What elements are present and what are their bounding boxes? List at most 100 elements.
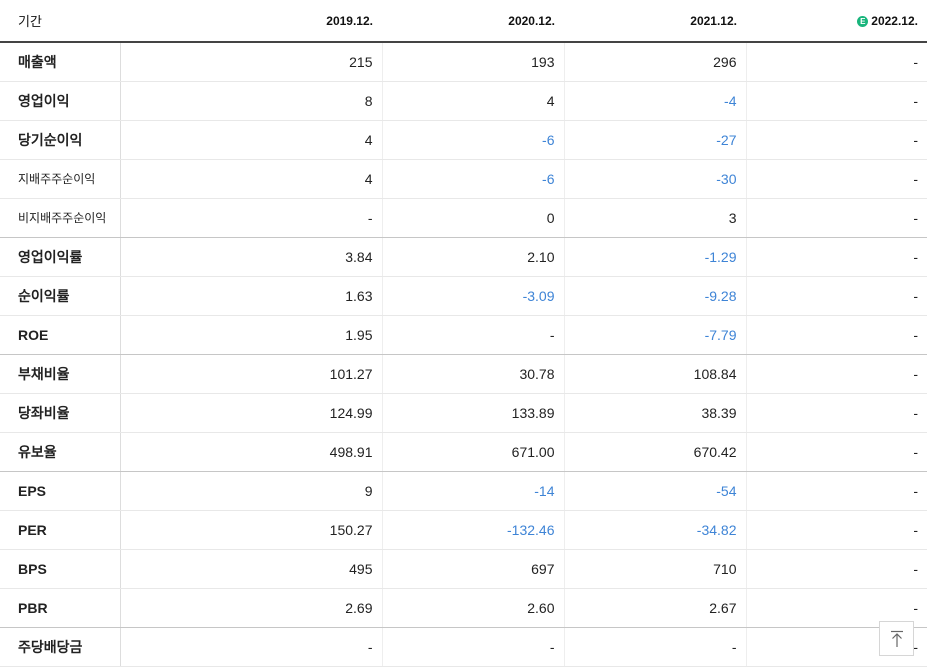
value-cell: 4: [120, 120, 383, 160]
value-cell: 0: [382, 198, 565, 238]
period-header-2022: E 2022.12.: [746, 0, 927, 43]
value-cell: -: [746, 81, 927, 121]
value-cell: 1.63: [120, 276, 383, 316]
value-cell: -: [382, 315, 565, 355]
arrow-up-to-top-icon: [890, 630, 903, 647]
value-cell: -30: [564, 159, 747, 199]
table-row: 당기순이익 4 -6 -27-: [0, 120, 927, 160]
row-label: 비지배주주순이익: [0, 198, 121, 238]
value-cell: -: [746, 393, 927, 433]
row-label: 당좌비율: [0, 393, 121, 433]
value-cell: -6: [382, 159, 565, 199]
row-label: PBR: [0, 588, 121, 628]
value-cell: 4: [120, 159, 383, 199]
value-cell: -4: [564, 81, 747, 121]
value-cell: 133.89: [382, 393, 565, 433]
row-label: EPS: [0, 471, 121, 511]
value-cell: 150.27: [120, 510, 383, 550]
row-label: 지배주주순이익: [0, 159, 121, 199]
table-body: 매출액 215 193 296- 영업이익 8 4 -4- 당기순이익 4 -6 -27- 지배주주순이…: [0, 42, 927, 667]
table-row: 순이익률 1.63 -3.09 -9.28-: [0, 276, 927, 316]
value-cell: 9: [120, 471, 383, 511]
period-header-label: 기간: [0, 0, 120, 43]
value-cell: -: [120, 627, 383, 667]
row-label: BPS: [0, 549, 121, 589]
value-cell: -: [746, 315, 927, 355]
value-cell: -: [746, 276, 927, 316]
value-cell: -: [746, 354, 927, 394]
value-cell: 1.95: [120, 315, 383, 355]
financial-summary-table: 기간 2019.12. 2020.12. 2021.12. E 2022.12. …: [0, 0, 927, 667]
value-cell: 2.67: [564, 588, 747, 628]
table-row: BPS 495 697 710-: [0, 549, 927, 589]
value-cell: -: [746, 510, 927, 550]
row-label: 순이익률: [0, 276, 121, 316]
value-cell: -: [382, 627, 565, 667]
value-cell: 38.39: [564, 393, 747, 433]
row-label: PER: [0, 510, 121, 550]
table-row: PER 150.27 -132.46 -34.82-: [0, 510, 927, 550]
value-cell: 108.84: [564, 354, 747, 394]
value-cell: 193: [382, 42, 565, 82]
value-cell: 3: [564, 198, 747, 238]
header-row: 기간 2019.12. 2020.12. 2021.12. E 2022.12.: [0, 0, 927, 43]
table-row: 주당배당금 - - - -: [0, 627, 927, 667]
value-cell: 495: [120, 549, 383, 589]
value-cell: 4: [382, 81, 565, 121]
value-cell: 2.69: [120, 588, 383, 628]
value-cell: -: [746, 198, 927, 238]
value-cell: -: [564, 627, 747, 667]
row-label: 부채비율: [0, 354, 121, 394]
row-label: 당기순이익: [0, 120, 121, 160]
table-header: 기간 2019.12. 2020.12. 2021.12. E 2022.12.: [0, 0, 927, 43]
value-cell: 498.91: [120, 432, 383, 472]
table-row: 비지배주주순이익 -0 3-: [0, 198, 927, 238]
value-cell: 2.10: [382, 237, 565, 277]
row-label: 주당배당금: [0, 627, 121, 667]
table-row: ROE 1.95- -7.79-: [0, 315, 927, 355]
scroll-to-top-button[interactable]: [879, 621, 914, 656]
value-cell: 710: [564, 549, 747, 589]
value-cell: -: [746, 432, 927, 472]
value-cell: 2.60: [382, 588, 565, 628]
value-cell: -: [746, 471, 927, 511]
row-label: 유보율: [0, 432, 121, 472]
value-cell: -3.09: [382, 276, 565, 316]
value-cell: 671.00: [382, 432, 565, 472]
value-cell: -: [120, 198, 383, 238]
table-row: 부채비율 101.27 30.78 108.84-: [0, 354, 927, 394]
row-label: 영업이익: [0, 81, 121, 121]
value-cell: 670.42: [564, 432, 747, 472]
row-label: ROE: [0, 315, 121, 355]
value-cell: -34.82: [564, 510, 747, 550]
table-row: 매출액 215 193 296-: [0, 42, 927, 82]
period-header-2020: 2020.12.: [382, 0, 564, 43]
table-row: 영업이익 8 4 -4-: [0, 81, 927, 121]
table-row: 당좌비율 124.99 133.89 38.39-: [0, 393, 927, 433]
value-cell: -132.46: [382, 510, 565, 550]
value-cell: -27: [564, 120, 747, 160]
value-cell: -54: [564, 471, 747, 511]
value-cell: -: [746, 159, 927, 199]
period-header-2021: 2021.12.: [564, 0, 746, 43]
value-cell: 3.84: [120, 237, 383, 277]
value-cell: 215: [120, 42, 383, 82]
value-cell: 30.78: [382, 354, 565, 394]
value-cell: -: [746, 120, 927, 160]
value-cell: -: [746, 549, 927, 589]
value-cell: 697: [382, 549, 565, 589]
value-cell: -: [746, 237, 927, 277]
value-cell: 101.27: [120, 354, 383, 394]
value-cell: -14: [382, 471, 565, 511]
value-cell: -1.29: [564, 237, 747, 277]
estimate-icon: E: [857, 15, 869, 27]
table-row: 유보율 498.91 671.00 670.42-: [0, 432, 927, 472]
value-cell: -9.28: [564, 276, 747, 316]
table-row: EPS 9 -14 -54-: [0, 471, 927, 511]
row-label: 매출액: [0, 42, 121, 82]
value-cell: -: [746, 42, 927, 82]
value-cell: 296: [564, 42, 747, 82]
value-cell: -7.79: [564, 315, 747, 355]
value-cell: 8: [120, 81, 383, 121]
period-header-2019: 2019.12.: [120, 0, 382, 43]
